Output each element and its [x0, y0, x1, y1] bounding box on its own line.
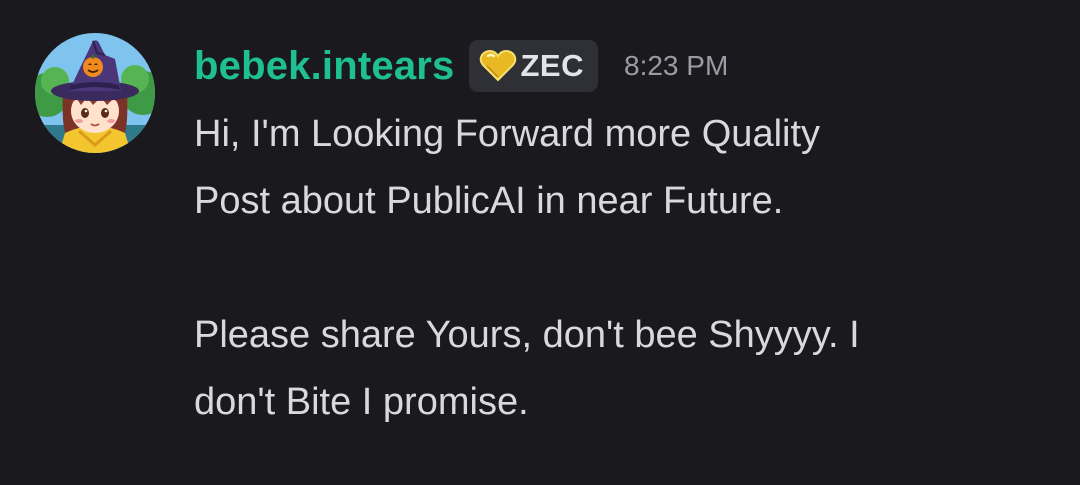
message-line: Please share Yours, don't bee Shyyyy. I [194, 314, 860, 356]
witch-girl-avatar-icon [35, 33, 155, 153]
message-line: don't Bite I promise. [194, 381, 529, 423]
paragraph-break [194, 235, 1054, 302]
server-tag-label: ZEC [520, 48, 584, 83]
username[interactable]: bebek.intears [194, 44, 455, 89]
message-header: bebek.intears ZEC 8:23 PM [194, 38, 728, 94]
gold-heart-icon [479, 49, 517, 83]
message-line: Hi, I'm Looking Forward more Quality [194, 113, 821, 155]
message-line: Post about PublicAI in near Future. [194, 180, 784, 222]
chat-message: bebek.intears ZEC 8:23 PM Hi, I'm Lookin… [0, 0, 1080, 485]
server-tag-badge[interactable]: ZEC [468, 40, 598, 92]
timestamp[interactable]: 8:23 PM [624, 50, 728, 82]
avatar[interactable] [35, 33, 155, 153]
message-content: Hi, I'm Looking Forward more Quality Pos… [194, 101, 1054, 436]
